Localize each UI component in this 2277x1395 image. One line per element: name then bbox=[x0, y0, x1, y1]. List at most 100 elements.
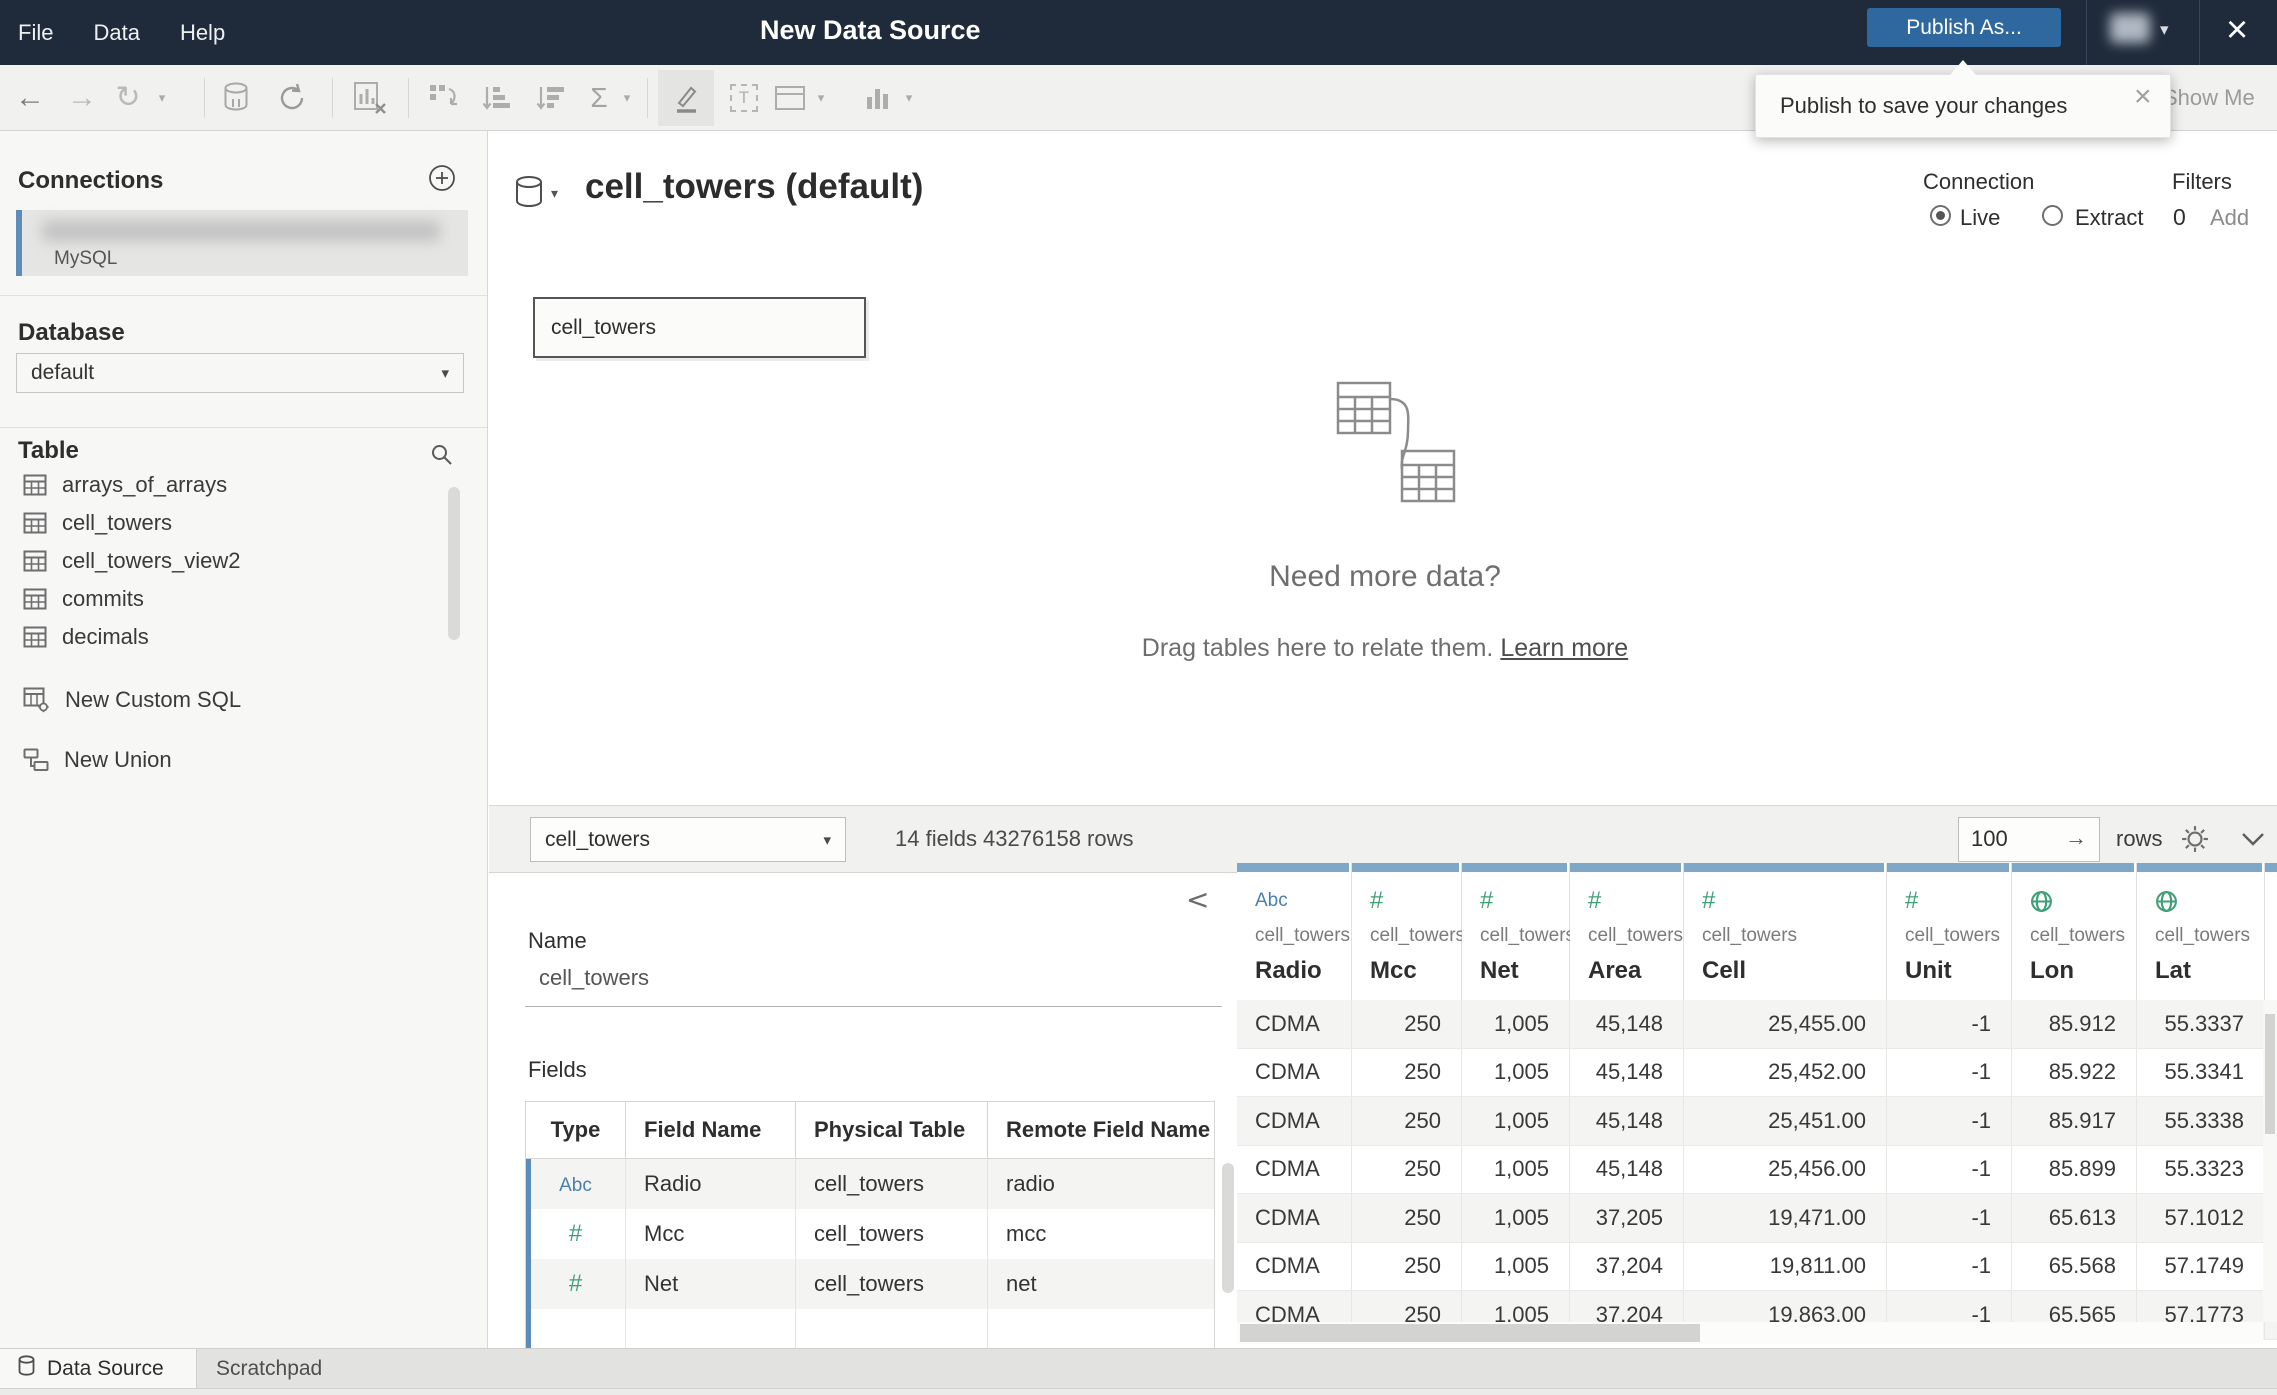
totals-icon[interactable]: Σ bbox=[580, 65, 618, 130]
apply-row-limit-icon[interactable]: → bbox=[2065, 825, 2087, 851]
extract-radio-label[interactable]: Extract bbox=[2075, 205, 2143, 231]
sort-descending-icon[interactable] bbox=[526, 65, 576, 130]
collapse-metadata-icon[interactable]: < bbox=[1186, 883, 1209, 916]
show-bars-icon[interactable] bbox=[856, 65, 900, 130]
grid-column-header-area[interactable]: # cell_towers Area bbox=[1570, 863, 1684, 1000]
field-row-mcc[interactable]: # Mcc cell_towers mcc bbox=[526, 1209, 1214, 1259]
cell: 1,005 bbox=[1462, 1048, 1570, 1096]
row-limit-input[interactable] bbox=[1971, 819, 2056, 859]
cell: 45,148 bbox=[1570, 1000, 1684, 1048]
clear-sheet-icon[interactable] bbox=[344, 65, 396, 130]
column-name: Area bbox=[1588, 957, 1642, 984]
table-row: CDMA 250 1,005 45,148 25,455.00 -1 85.912 55.33… bbox=[1237, 1000, 2277, 1049]
grid-body: CDMA 250 1,005 45,148 25,455.00 -1 85.912 55.33… bbox=[1237, 1000, 2277, 1340]
connection-section-label: Connection bbox=[1923, 169, 2035, 194]
menu-data[interactable]: Data bbox=[93, 20, 139, 46]
database-select[interactable]: default ▾ bbox=[16, 353, 464, 393]
field-name-cell: Net bbox=[626, 1259, 796, 1309]
toolbar-divider bbox=[647, 78, 648, 118]
table-name-input[interactable] bbox=[539, 965, 1209, 991]
tab-scratchpad[interactable]: Scratchpad bbox=[216, 1349, 322, 1389]
table-list-item-cell_towers[interactable]: cell_towers bbox=[0, 504, 448, 542]
new-union-button[interactable]: New Union bbox=[0, 740, 460, 780]
swap-rows-columns-icon[interactable] bbox=[418, 65, 468, 130]
table-list-item-commits[interactable]: commits bbox=[0, 580, 448, 618]
window-title: New Data Source bbox=[760, 15, 981, 45]
grid-column-header-unit[interactable]: # cell_towers Unit bbox=[1887, 863, 2012, 1000]
grid-column-header-net[interactable]: # cell_towers Net bbox=[1462, 863, 1575, 1000]
totals-caret-icon[interactable]: ▾ bbox=[618, 65, 636, 130]
add-connection-icon[interactable] bbox=[428, 164, 456, 197]
table-list-item-arrays_of_arrays[interactable]: arrays_of_arrays bbox=[0, 466, 448, 504]
field-cell bbox=[796, 1309, 988, 1348]
column-source: cell_towers bbox=[1702, 925, 1798, 946]
datasource-cylinder-icon[interactable] bbox=[515, 175, 543, 214]
table-icon bbox=[23, 588, 47, 610]
window-close-icon[interactable]: × bbox=[2226, 6, 2248, 55]
selected-accent bbox=[16, 210, 22, 276]
show-me-button[interactable]: Show Me bbox=[2163, 65, 2255, 130]
grid-column-header-mcc[interactable]: # cell_towers Mcc bbox=[1352, 863, 1465, 1000]
table-list-item-cell_towers_view2[interactable]: cell_towers_view2 bbox=[0, 542, 448, 580]
toolbar-divider bbox=[204, 78, 205, 118]
new-custom-sql-button[interactable]: New Custom SQL bbox=[0, 680, 460, 720]
text-annotation-icon[interactable]: T bbox=[722, 65, 766, 130]
table-preview-select[interactable]: cell_towers ▾ bbox=[530, 817, 846, 862]
connection-item[interactable]: MySQL bbox=[16, 210, 468, 276]
highlight-icon[interactable] bbox=[658, 65, 714, 130]
field-row-radio[interactable]: Abc Radio cell_towers radio bbox=[526, 1159, 1214, 1209]
cell: CDMA bbox=[1237, 1000, 1352, 1048]
field-name-cell: Mcc bbox=[626, 1209, 796, 1259]
redo-icon[interactable]: → bbox=[60, 65, 104, 130]
live-radio[interactable] bbox=[1930, 205, 1951, 226]
field-cell bbox=[988, 1309, 1214, 1348]
grid-column-header-cell[interactable]: # cell_towers Cell bbox=[1684, 863, 1887, 1000]
column-accent-bar bbox=[2012, 863, 2134, 872]
column-name: Net bbox=[1480, 957, 1519, 984]
column-accent-bar bbox=[2265, 863, 2277, 872]
grid-vertical-scrollbar[interactable] bbox=[2263, 1000, 2277, 1322]
publish-as-button[interactable]: Publish As... bbox=[1867, 8, 2061, 47]
undo-icon[interactable]: ← bbox=[8, 65, 52, 130]
filters-add-button[interactable]: Add bbox=[2210, 205, 2249, 231]
scrollbar-thumb[interactable] bbox=[1240, 1324, 1700, 1342]
cell: 65.568 bbox=[2012, 1242, 2137, 1290]
filters-section-label: Filters bbox=[2172, 169, 2232, 194]
learn-more-link[interactable]: Learn more bbox=[1500, 634, 1628, 662]
tooltip-close-icon[interactable]: × bbox=[2134, 80, 2152, 114]
titlebar-divider bbox=[2199, 0, 2200, 65]
avatar[interactable] bbox=[2110, 13, 2150, 43]
field-type-cell: # bbox=[526, 1209, 626, 1259]
table-list-item-decimals[interactable]: decimals bbox=[0, 618, 448, 656]
menu-help[interactable]: Help bbox=[180, 20, 225, 46]
new-datasource-icon[interactable] bbox=[212, 65, 260, 130]
grid-column-header-radio[interactable]: Abc cell_towers Radio bbox=[1237, 863, 1352, 1000]
replay-icon[interactable]: ↻ bbox=[106, 65, 150, 130]
table-node[interactable]: cell_towers bbox=[533, 297, 866, 358]
live-radio-label[interactable]: Live bbox=[1960, 205, 2000, 231]
grid-column-header-lon[interactable]: cell_towers Lon bbox=[2012, 863, 2137, 1000]
scrollbar-thumb[interactable] bbox=[2265, 1014, 2275, 1134]
field-row-net[interactable]: # Net cell_towers net bbox=[526, 1259, 1214, 1309]
show-bars-caret-icon[interactable]: ▾ bbox=[900, 65, 918, 130]
grid-column-header-lat[interactable]: cell_towers Lat bbox=[2137, 863, 2265, 1000]
user-menu-caret-icon[interactable]: ▾ bbox=[2160, 20, 2169, 40]
grid-horizontal-scrollbar[interactable] bbox=[1237, 1322, 2263, 1344]
tab-data-source[interactable]: Data Source bbox=[0, 1349, 197, 1389]
table-row: CDMA 250 1,005 37,205 19,471.00 -1 65.613 57.10… bbox=[1237, 1194, 2277, 1243]
sort-ascending-icon[interactable] bbox=[472, 65, 522, 130]
fields-rows-summary: 14 fields 43276158 rows bbox=[895, 826, 1134, 851]
table-list-scrollbar[interactable] bbox=[448, 487, 460, 640]
replay-caret-icon[interactable]: ▾ bbox=[152, 65, 172, 130]
fit-cell-caret-icon[interactable]: ▾ bbox=[812, 65, 830, 130]
datasource-caret-icon[interactable]: ▾ bbox=[551, 185, 558, 202]
cell: -1 bbox=[1887, 1145, 2012, 1193]
refresh-icon[interactable] bbox=[268, 65, 316, 130]
menu-file[interactable]: File bbox=[18, 20, 53, 46]
extract-radio[interactable] bbox=[2042, 205, 2063, 226]
fields-table-header: Type Field Name Physical Table Remote Field… bbox=[526, 1102, 1214, 1159]
fields-table: Type Field Name Physical Table Remote Field… bbox=[525, 1101, 1215, 1348]
fit-cell-icon[interactable] bbox=[768, 65, 812, 130]
fields-table-scrollbar[interactable] bbox=[1222, 1163, 1234, 1293]
fields-column-header-field-name: Field Name bbox=[626, 1102, 796, 1158]
